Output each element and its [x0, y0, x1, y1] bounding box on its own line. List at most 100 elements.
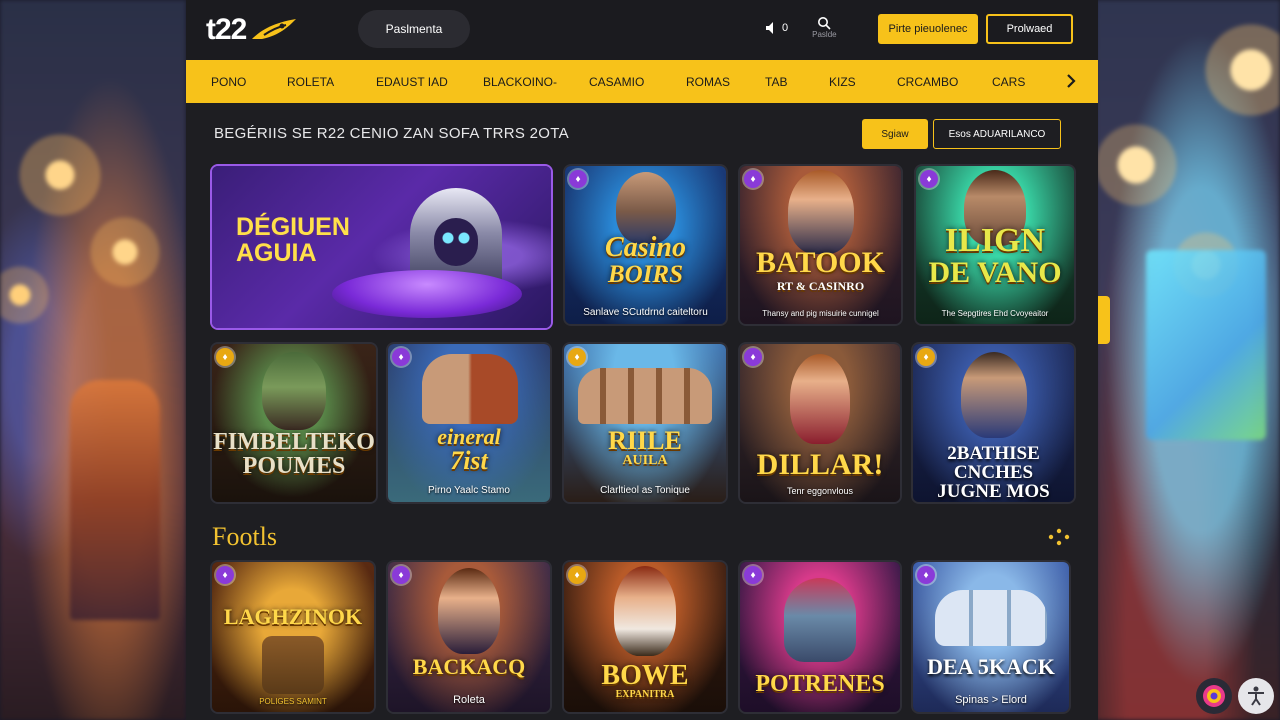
slot-machine-graphic [70, 380, 160, 620]
game-card[interactable]: ♦ Casino BOIRS Sanlave SCutdrnd caitelto… [565, 166, 726, 324]
game-badge: ♦ [744, 348, 762, 366]
game-card[interactable]: ♦ FIMBELTEKO POUMES [212, 344, 376, 502]
nav-item-cars[interactable]: CARS [992, 75, 1025, 89]
game-title-line: ILIGN [944, 222, 1046, 259]
game-badge: ♦ [392, 566, 410, 584]
game-badge: ♦ [568, 566, 586, 584]
nav-item-kizs[interactable]: KIZS [829, 75, 856, 89]
register-label: Pirte pieuolenec [888, 23, 968, 35]
side-scroll-tab[interactable] [1098, 296, 1110, 344]
nav-item-roleta[interactable]: ROLETA [287, 75, 334, 89]
couple-figure-graphic [422, 354, 518, 424]
game-badge: ♦ [568, 348, 586, 366]
logo[interactable]: t22 [206, 13, 298, 47]
game-title-line: AUILA [622, 453, 668, 468]
game-title-line: Casino [605, 232, 686, 263]
game-badge: ♦ [744, 170, 762, 188]
section-title-footls: Footls [212, 522, 278, 551]
game-title-line: JUGNE MOS [937, 481, 1050, 502]
chat-button[interactable] [1196, 678, 1232, 714]
rocket-logo-icon [252, 19, 297, 39]
nav-item-tab[interactable]: TAB [765, 75, 787, 89]
game-card[interactable]: ♦ LAGHZINOK POLIGES SAMINT [212, 562, 374, 712]
nav-item-casamio[interactable]: CASAMIO [589, 75, 644, 89]
nav-item-blackoino[interactable]: BLACKOINO- [483, 75, 557, 89]
game-title: DEA 5KACK [913, 656, 1069, 678]
arcade-screen-graphic [1146, 250, 1266, 440]
promotions-pill[interactable]: Paslmenta [358, 10, 470, 48]
game-subtitle: Tenr eggonvlous [786, 486, 854, 496]
search-button[interactable]: Paslde [812, 16, 837, 39]
speaker-icon [766, 21, 773, 34]
game-card[interactable]: ♦ RIILE AUILA Clarltieol as Tonique [564, 344, 726, 502]
login-label: Prolwaed [1006, 23, 1053, 35]
featured-game-card[interactable]: DÉGIUEN AGUIA [212, 166, 551, 328]
game-card[interactable]: ♦ DILLAR! Tenr eggonvlous [740, 344, 900, 502]
game-title: LAGHZINOK [212, 606, 374, 628]
game-title: BATOOK RT & CASINRO [740, 246, 901, 293]
game-subtitle: Spinas > Elord [955, 694, 1027, 706]
game-card[interactable]: ♦ eineral 7ist Pirno Yaalc Stamo [388, 344, 550, 502]
game-title-line: FIMBELTEKO [213, 429, 375, 455]
search-label: Paslde [812, 30, 837, 39]
nav-item-romas[interactable]: ROMAS [686, 75, 730, 89]
accessibility-icon [1248, 686, 1264, 706]
nav-item-pono[interactable]: PONO [211, 75, 246, 89]
game-title-line: DILLAR! [756, 448, 884, 481]
header-icons: 0 Paslde [764, 16, 837, 39]
game-title-line: POTRENES [755, 671, 885, 697]
game-title-line: BOIRS [607, 261, 684, 288]
game-subtitle: POLIGES SAMINT [259, 697, 327, 706]
register-button[interactable]: Pirte pieuolenec [878, 14, 978, 44]
game-badge: ♦ [216, 348, 234, 366]
game-card[interactable]: ♦ BOWE EXPANITRA [564, 562, 726, 712]
game-card[interactable]: ♦ POTRENES [740, 562, 900, 712]
nav-item-crcambo[interactable]: CRCAMBO [897, 75, 958, 89]
game-title-line: DE VANO [928, 256, 1062, 289]
game-badge: ♦ [917, 348, 935, 366]
creature-figure-graphic [784, 578, 856, 662]
section-header: BEGÉRIIS SE R22 CENIO ZAN SOFA TRRS 2OTA… [186, 103, 1098, 165]
game-title: ILIGN DE VANO [916, 224, 1074, 288]
game-title-line: EXPANITRA [615, 689, 675, 700]
show-button[interactable]: Sgiaw [862, 119, 928, 149]
section-title: BEGÉRIIS SE R22 CENIO ZAN SOFA TRRS 2OTA [214, 125, 569, 142]
game-badge: ♦ [569, 170, 587, 188]
game-badge: ♦ [917, 566, 935, 584]
game-title-line: eineral [437, 424, 501, 449]
search-icon [818, 17, 831, 30]
chevron-right-icon[interactable] [1062, 72, 1080, 90]
woman-figure-graphic [614, 566, 676, 656]
login-button[interactable]: Prolwaed [986, 14, 1073, 44]
game-subtitle: Thansy and pig misuirie cunnigel [762, 309, 879, 318]
nav-item-edaust[interactable]: EDAUST IAD [376, 75, 448, 89]
game-card[interactable]: ♦ DEA 5KACK Spinas > Elord [913, 562, 1069, 712]
game-title: Casino BOIRS [565, 232, 726, 288]
woman-figure-graphic [787, 170, 854, 254]
top-header: t22 Paslmenta 0 Paslde Pirte pieuolenec … [186, 0, 1098, 60]
idol-figure-graphic [262, 636, 324, 694]
game-subtitle: Clarltieol as Tonique [600, 485, 690, 496]
man-figure-graphic [960, 352, 1027, 438]
more-options-icon[interactable] [1048, 528, 1070, 546]
view-all-button[interactable]: Esos ADUARILANCO [933, 119, 1061, 149]
background-left [0, 0, 186, 720]
game-badge: ♦ [920, 170, 938, 188]
game-card[interactable]: ♦ ILIGN DE VANO The Sepgtires Ehd Cvoyea… [916, 166, 1074, 324]
game-subtitle: The Sepgtires Ehd Cvoyeaitor [941, 309, 1049, 318]
game-card[interactable]: ♦ 2BATHISE CNCHES JUGNE MOS [913, 344, 1074, 502]
woman-figure-graphic [438, 568, 500, 654]
game-title: eineral 7ist [388, 426, 550, 474]
logo-text: t22 [206, 13, 247, 46]
game-card[interactable]: ♦ BATOOK RT & CASINRO Thansy and pig mis… [740, 166, 901, 324]
game-title-line: BATOOK [756, 246, 885, 279]
game-card[interactable]: ♦ BACKACQ Roleta [388, 562, 550, 712]
game-badge: ♦ [216, 566, 234, 584]
show-label: Sgiaw [881, 128, 909, 140]
colorful-chat-icon [1203, 685, 1225, 707]
view-all-label: Esos ADUARILANCO [948, 128, 1046, 140]
game-title-line: DEA 5KACK [927, 654, 1055, 679]
accessibility-button[interactable] [1238, 678, 1274, 714]
sound-toggle[interactable]: 0 [764, 20, 788, 36]
game-title-line: BOWE [601, 660, 689, 691]
